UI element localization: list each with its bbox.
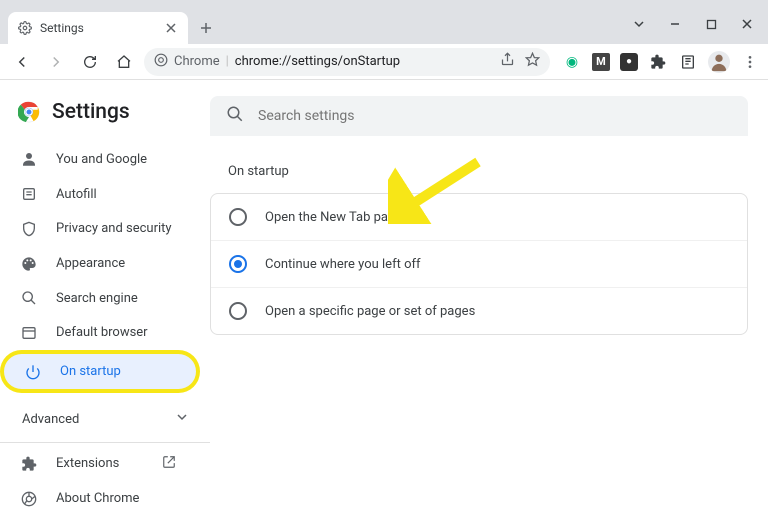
sidebar-item-label: Appearance	[56, 256, 125, 271]
startup-option-specific-pages[interactable]: Open a specific page or set of pages	[211, 287, 747, 334]
browser-icon	[20, 324, 38, 342]
extension-icon-1[interactable]: ◉	[562, 52, 582, 72]
option-label: Continue where you left off	[265, 257, 421, 272]
chrome-icon	[154, 53, 168, 71]
settings-search[interactable]	[210, 96, 748, 136]
tab-title: Settings	[40, 21, 84, 35]
radio-icon	[229, 302, 247, 320]
browser-tab[interactable]: Settings	[8, 12, 188, 44]
search-icon	[226, 105, 244, 127]
main-content: On startup Open the New Tab page Continu…	[210, 80, 768, 516]
startup-option-continue[interactable]: Continue where you left off	[211, 240, 747, 287]
address-host: Chrome	[174, 54, 220, 69]
startup-option-new-tab[interactable]: Open the New Tab page	[211, 194, 747, 240]
radio-checked-icon	[229, 255, 247, 273]
sidebar: Settings You and Google Autofill Privacy…	[0, 80, 210, 516]
tab-strip: Settings	[0, 8, 768, 44]
page-title: Settings	[0, 96, 210, 142]
sidebar-item-label: You and Google	[56, 152, 147, 167]
address-path: chrome://settings/onStartup	[235, 54, 400, 69]
settings-search-input[interactable]	[258, 108, 732, 124]
sidebar-item-label: Search engine	[56, 291, 138, 306]
chevron-down-icon	[176, 411, 188, 427]
sidebar-item-label: Extensions	[56, 456, 119, 471]
option-label: Open the New Tab page	[265, 210, 402, 225]
puzzle-icon	[20, 455, 38, 473]
sidebar-item-label: Autofill	[56, 187, 97, 202]
back-button[interactable]	[8, 48, 36, 76]
sidebar-item-label: Privacy and security	[56, 221, 172, 236]
chevron-down-icon[interactable]	[622, 10, 656, 38]
extension-icon-2[interactable]: M	[592, 53, 610, 71]
browser-toolbar: Chrome | chrome://settings/onStartup ◉ M…	[0, 44, 768, 80]
star-icon[interactable]	[525, 52, 540, 71]
sidebar-item-default-browser[interactable]: Default browser	[0, 316, 196, 351]
chrome-logo-icon	[18, 101, 40, 123]
extensions-menu-icon[interactable]	[648, 52, 668, 72]
reading-list-icon[interactable]	[678, 52, 698, 72]
option-label: Open a specific page or set of pages	[265, 304, 475, 319]
reload-button[interactable]	[76, 48, 104, 76]
person-icon	[20, 150, 38, 168]
sidebar-advanced-toggle[interactable]: Advanced	[0, 401, 210, 438]
home-button[interactable]	[110, 48, 138, 76]
sidebar-item-autofill[interactable]: Autofill	[0, 177, 196, 212]
profile-avatar[interactable]	[708, 51, 730, 73]
shield-icon	[20, 220, 38, 238]
sidebar-item-search-engine[interactable]: Search engine	[0, 281, 196, 316]
window-maximize-button[interactable]	[694, 10, 728, 38]
section-title: On startup	[228, 164, 748, 179]
radio-icon	[229, 208, 247, 226]
window-minimize-button[interactable]	[658, 10, 692, 38]
sidebar-item-about-chrome[interactable]: About Chrome	[0, 481, 196, 516]
new-tab-button[interactable]	[192, 14, 220, 42]
sidebar-item-label: On startup	[60, 364, 121, 379]
address-bar[interactable]: Chrome | chrome://settings/onStartup	[144, 48, 550, 76]
forward-button[interactable]	[42, 48, 70, 76]
extension-icon-3[interactable]: ●	[620, 53, 638, 71]
sidebar-item-on-startup[interactable]: On startup	[4, 354, 196, 389]
close-icon[interactable]	[164, 21, 178, 35]
window-close-button[interactable]	[730, 10, 764, 38]
power-icon	[24, 363, 42, 381]
menu-icon[interactable]	[740, 52, 760, 72]
chrome-icon	[20, 490, 38, 508]
sidebar-item-you-and-google[interactable]: You and Google	[0, 142, 196, 177]
share-icon[interactable]	[500, 52, 515, 71]
startup-options-card: Open the New Tab page Continue where you…	[210, 193, 748, 335]
sidebar-item-appearance[interactable]: Appearance	[0, 246, 196, 281]
open-external-icon	[162, 455, 176, 473]
search-icon	[20, 289, 38, 307]
palette-icon	[20, 255, 38, 273]
autofill-icon	[20, 185, 38, 203]
sidebar-item-privacy[interactable]: Privacy and security	[0, 211, 196, 246]
gear-icon	[18, 21, 32, 35]
sidebar-item-label: About Chrome	[56, 491, 139, 506]
sidebar-item-extensions[interactable]: Extensions	[0, 446, 196, 481]
sidebar-item-label: Default browser	[56, 325, 148, 340]
